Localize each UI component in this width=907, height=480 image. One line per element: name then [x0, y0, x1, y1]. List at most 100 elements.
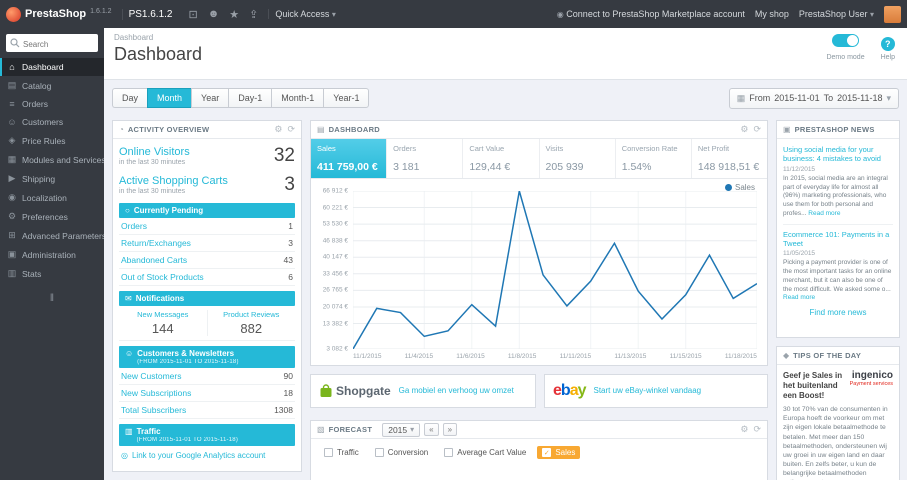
new-subscriptions-value: 18: [283, 388, 293, 398]
activity-panel-title: ACTIVITY OVERVIEW: [127, 125, 210, 134]
active-carts-stat[interactable]: Active Shopping Carts in the last 30 min…: [119, 174, 295, 196]
abandoned-carts-link[interactable]: Abandoned Carts: [121, 255, 187, 265]
refresh-icon[interactable]: ⟳: [753, 424, 761, 435]
kpi-conversion-rate[interactable]: Conversion Rate 1.54%: [616, 139, 692, 178]
forecast-panel: ▧ FORECAST 2015 ▾ « » ⚙ ⟳ Traffic Conversi…: [310, 420, 768, 480]
sidebar-item-label: Stats: [22, 268, 42, 279]
product-reviews-stat[interactable]: Product Reviews 882: [206, 310, 296, 336]
sidebar-item-localization[interactable]: ◉ Localization: [0, 188, 104, 207]
sales-chart: 66 912 €60 221 €53 530 €46 838 €40 147 €…: [315, 181, 761, 365]
tips-headline-row: Geef je Sales in het buitenland een Boos…: [783, 371, 893, 401]
sidebar-item-orders[interactable]: ≡ Orders: [0, 95, 104, 113]
shopgate-promo-link[interactable]: Ga mobiel en verhoog uw omzet: [399, 386, 514, 396]
import-icon[interactable]: ⇪: [249, 8, 258, 21]
filter-month-1-button[interactable]: Month-1: [271, 88, 324, 108]
marketplace-connect-link[interactable]: ◉ Connect to PrestaShop Marketplace acco…: [557, 9, 745, 19]
filter-day-1-button[interactable]: Day-1: [228, 88, 272, 108]
read-more-link[interactable]: Read more: [783, 294, 815, 301]
chart-legend[interactable]: Sales: [724, 183, 755, 192]
news-article-date: 11/05/2015: [783, 250, 816, 258]
kpi-visits[interactable]: Visits 205 939: [540, 139, 616, 178]
legend-label: Sales: [734, 183, 755, 192]
activity-icon: ◔: [119, 125, 124, 134]
forecast-year-select[interactable]: 2015 ▾: [382, 422, 421, 437]
sidebar-item-administration[interactable]: ▣ Administration: [0, 245, 104, 264]
kpi-cart-value[interactable]: Cart Value 129,44 €: [463, 139, 540, 178]
forecast-legend-sales[interactable]: ✓ Sales: [537, 446, 581, 459]
notifications-header: ✉ Notifications: [119, 291, 295, 306]
sidebar-item-label: Catalog: [22, 80, 52, 91]
sidebar-item-modules-services[interactable]: ▦ Modules and Services: [0, 150, 104, 169]
chart-y-axis: 66 912 €60 221 €53 530 €46 838 €40 147 €…: [322, 187, 348, 353]
help-icon[interactable]: ?: [880, 37, 895, 51]
administration-icon: ▣: [7, 249, 17, 259]
sidebar-item-customers[interactable]: ☺ Customers: [0, 113, 104, 131]
online-visitors-stat[interactable]: Online Visitors in the last 30 minutes 3…: [119, 145, 295, 167]
active-carts-sub: in the last 30 minutes: [119, 188, 186, 196]
date-to-label: To: [823, 93, 834, 103]
settings-icon[interactable]: ⚙: [740, 124, 748, 135]
sidebar-item-shipping[interactable]: ▶ Shipping: [0, 169, 104, 188]
filter-day-button[interactable]: Day: [112, 88, 148, 108]
sidebar-collapse-toggle[interactable]: ‖: [0, 293, 104, 304]
forecast-legend-traffic[interactable]: Traffic: [319, 446, 364, 459]
my-shop-link[interactable]: My shop: [755, 9, 789, 19]
out-of-stock-link[interactable]: Out of Stock Products: [121, 272, 204, 282]
quick-access-menu[interactable]: Quick Access ▾: [268, 9, 336, 19]
avatar[interactable]: [884, 5, 901, 23]
sidebar-item-price-rules[interactable]: ◈ Price Rules: [0, 131, 104, 150]
settings-icon[interactable]: ⚙: [740, 424, 748, 435]
star-icon[interactable]: ★: [229, 8, 239, 21]
filter-year-button[interactable]: Year: [191, 88, 229, 108]
forecast-next-button[interactable]: »: [442, 423, 458, 436]
pending-orders-link[interactable]: Orders: [121, 221, 147, 231]
date-range-picker[interactable]: ▦ From 2015-11-01 To 2015-11-18 ▾: [728, 87, 899, 109]
kpi-orders[interactable]: Orders 3 181: [387, 139, 464, 178]
new-messages-stat[interactable]: New Messages 144: [119, 310, 207, 336]
kpi-sales-value: 411 759,00 €: [317, 161, 378, 173]
activity-overview-panel: ◔ ACTIVITY OVERVIEW ⚙ ⟳ Online Visitors i…: [112, 120, 302, 472]
brand-name: PrestaShop: [25, 8, 87, 20]
refresh-icon[interactable]: ⟳: [753, 124, 761, 135]
google-analytics-link[interactable]: ◎ Link to your Google Analytics account: [119, 446, 295, 465]
returns-link[interactable]: Return/Exchanges: [121, 238, 191, 248]
new-customers-row: New Customers 90: [119, 368, 295, 385]
sidebar-search[interactable]: [6, 34, 98, 54]
kpi-net-profit-value: 148 918,51 €: [697, 161, 760, 173]
read-more-link[interactable]: Read more: [808, 210, 840, 217]
demo-mode-toggle[interactable]: [832, 34, 860, 47]
new-customers-link[interactable]: New Customers: [121, 371, 181, 381]
prestashop-logo[interactable]: PrestaShop 1.6.1.2: [6, 6, 112, 22]
sidebar-item-dashboard[interactable]: ⌂ Dashboard: [0, 58, 104, 76]
caret-down-icon: ▾: [869, 10, 874, 19]
forecast-prev-button[interactable]: «: [424, 423, 439, 436]
refresh-icon[interactable]: ⟳: [287, 124, 295, 135]
kpi-orders-value: 3 181: [393, 161, 420, 173]
filter-month-button[interactable]: Month: [147, 88, 192, 108]
sidebar-item-preferences[interactable]: ⚙ Preferences: [0, 207, 104, 226]
total-subscribers-link[interactable]: Total Subscribers: [121, 405, 186, 415]
forecast-icon: ▧: [317, 425, 325, 434]
kpi-net-profit[interactable]: Net Profit 148 918,51 €: [692, 139, 767, 178]
find-more-news-link[interactable]: Find more news: [783, 308, 893, 317]
customers-newsletters-title: Customers & Newsletters: [137, 349, 235, 358]
forecast-legend-conversion[interactable]: Conversion: [370, 446, 433, 459]
kpi-sales[interactable]: Sales 411 759,00 €: [311, 139, 388, 178]
user-menu[interactable]: PrestaShop User ▾: [799, 9, 874, 19]
legend-dot-icon: [724, 184, 732, 191]
sidebar-item-catalog[interactable]: ▤ Catalog: [0, 76, 104, 95]
settings-icon[interactable]: ⚙: [274, 124, 282, 135]
forecast-legend-average-cart-value[interactable]: Average Cart Value: [439, 446, 531, 459]
customer-icon[interactable]: ☻: [208, 8, 220, 20]
header-tools: Demo mode ? Help: [826, 34, 895, 61]
ebay-promo-link[interactable]: Start uw eBay-winkel vandaag: [594, 386, 702, 396]
breadcrumb[interactable]: Dashboard: [114, 33, 897, 42]
news-article-link[interactable]: Ecommerce 101: Payments in a Tweet: [783, 230, 893, 249]
filter-year-1-button[interactable]: Year-1: [323, 88, 370, 108]
preferences-icon: ⚙: [7, 211, 17, 221]
cart-icon[interactable]: ⊡: [188, 8, 197, 21]
sidebar-item-advanced-parameters[interactable]: ⊞ Advanced Parameters: [0, 226, 104, 245]
sidebar-item-stats[interactable]: ▥ Stats: [0, 264, 104, 283]
news-article-link[interactable]: Using social media for your business: 4 …: [783, 145, 893, 164]
new-subscriptions-link[interactable]: New Subscriptions: [121, 388, 191, 398]
